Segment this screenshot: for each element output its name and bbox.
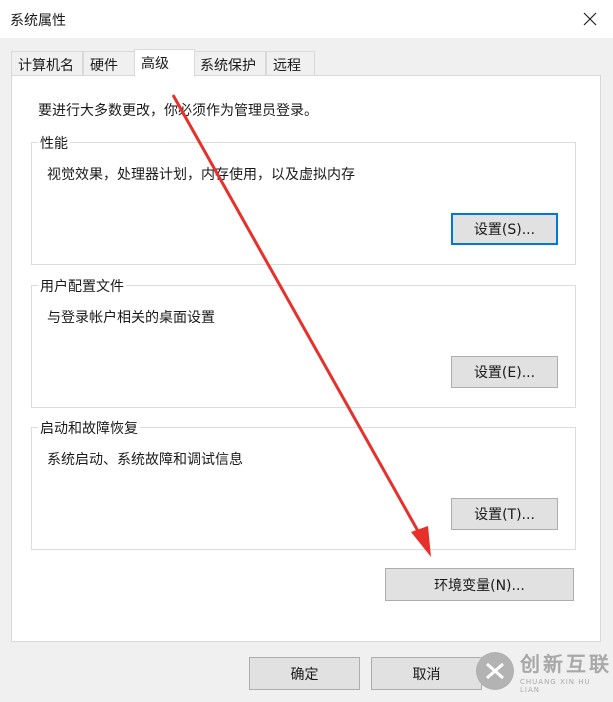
- brand-logo-icon: [476, 652, 514, 690]
- startup-recovery-group: 启动和故障恢复 系统启动、系统故障和调试信息 设置(T)...: [31, 418, 576, 550]
- ok-button[interactable]: 确定: [249, 657, 360, 690]
- button-label: 设置(E)...: [473, 365, 536, 381]
- group-description: 视觉效果，处理器计划，内存使用，以及虚拟内存: [47, 167, 355, 183]
- system-properties-dialog: 系统属性 计算机名 硬件 高级 系统保护 远程 要进行大多数更改，你必须作为管理…: [0, 0, 613, 702]
- group-label: 用户配置文件: [38, 276, 126, 296]
- tab-label: 系统保护: [200, 58, 256, 74]
- tab-label: 远程: [273, 58, 301, 74]
- close-icon: [583, 12, 597, 26]
- button-label: 环境变量(N)...: [434, 577, 525, 594]
- user-profiles-group: 用户配置文件 与登录帐户相关的桌面设置 设置(E)...: [31, 276, 576, 408]
- group-description: 系统启动、系统故障和调试信息: [47, 452, 243, 468]
- watermark-text: 创新互联: [520, 652, 612, 676]
- button-label: 确定: [290, 666, 319, 683]
- watermark-subtext: CHUANG XIN HU LIAN: [520, 678, 591, 694]
- cancel-button[interactable]: 取消: [371, 657, 482, 690]
- group-label: 启动和故障恢复: [38, 418, 140, 438]
- tab-computer-name[interactable]: 计算机名: [11, 51, 83, 76]
- button-label: 取消: [412, 666, 441, 683]
- environment-variables-button[interactable]: 环境变量(N)...: [385, 568, 574, 601]
- performance-group: 性能 视觉效果，处理器计划，内存使用，以及虚拟内存 设置(S)...: [31, 133, 576, 265]
- button-label: 设置(T)...: [474, 507, 535, 523]
- user-profiles-settings-button[interactable]: 设置(E)...: [451, 356, 558, 388]
- window-title: 系统属性: [10, 13, 66, 29]
- performance-settings-button[interactable]: 设置(S)...: [451, 213, 558, 245]
- close-button[interactable]: [567, 0, 613, 38]
- tab-remote[interactable]: 远程: [266, 51, 315, 76]
- advanced-tab-panel: 要进行大多数更改，你必须作为管理员登录。 性能 视觉效果，处理器计划，内存使用，…: [11, 75, 601, 642]
- group-description: 与登录帐户相关的桌面设置: [47, 310, 215, 326]
- group-label: 性能: [38, 133, 70, 153]
- title-bar: 系统属性: [0, 0, 613, 38]
- button-label: 设置(S)...: [473, 222, 536, 238]
- tab-label: 计算机名: [18, 58, 74, 74]
- tab-advanced[interactable]: 高级: [134, 49, 195, 77]
- startup-recovery-settings-button[interactable]: 设置(T)...: [451, 498, 558, 530]
- tab-label: 硬件: [90, 58, 118, 74]
- tab-label: 高级: [141, 56, 169, 72]
- tab-system-protection[interactable]: 系统保护: [193, 51, 266, 76]
- watermark: 创新互联 CHUANG XIN HU LIAN: [468, 642, 613, 702]
- admin-notice: 要进行大多数更改，你必须作为管理员登录。: [38, 103, 318, 119]
